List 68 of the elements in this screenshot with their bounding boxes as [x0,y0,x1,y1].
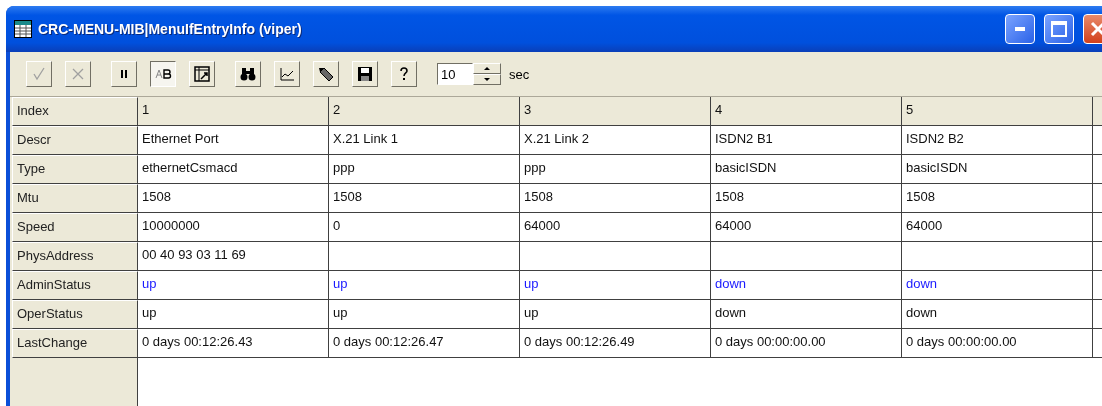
table-cell: 1508 [902,184,1093,213]
minimize-button[interactable] [1005,14,1035,44]
table-cell: 1508 [329,184,520,213]
table-cell: 0 [329,213,520,242]
table-cell: down [711,300,902,329]
column-header: 5 [902,97,1093,126]
row-header: Descr [12,126,138,155]
table-cell: 64000 [902,213,1093,242]
table-cell: 0 days 00:12:26.43 [138,329,329,358]
row-header: Speed [12,213,138,242]
row-header: AdminStatus [12,271,138,300]
table-cell[interactable]: up [138,271,329,300]
column-header: 1 [138,97,329,126]
table-cell: ethernetCsmacd [138,155,329,184]
table-icon [14,20,32,38]
table-cell: 1508 [520,184,711,213]
row-header: LastChange [12,329,138,358]
table-cell: basicISDN [711,155,902,184]
line-chart-icon [278,65,296,83]
interval-field[interactable]: 10 [437,63,473,85]
table-cell: X.21 Link 1 [329,126,520,155]
table-cell: 0 days 00:00:00.00 [902,329,1093,358]
table-cell: X.21 Link 2 [520,126,711,155]
maximize-icon [1051,21,1067,37]
table-cell: down [902,300,1093,329]
resize-window-icon [193,65,211,83]
table-cell: 1508 [138,184,329,213]
pencil-icon [317,65,335,83]
column-header: 3 [520,97,711,126]
table-cell[interactable]: down [902,271,1093,300]
interval-unit: sec [509,66,530,82]
table-cell: 64000 [711,213,902,242]
close-icon [1090,21,1102,37]
table-cell: ppp [520,155,711,184]
table-cell: ISDN2 B1 [711,126,902,155]
table-cell: ISDN2 B2 [902,126,1093,155]
table-cell: up [138,300,329,329]
table-cell: basicISDN [902,155,1093,184]
table-cell: 0 days 00:00:00.00 [711,329,902,358]
table-cell: 0 days 00:12:26.47 [329,329,520,358]
table-cell[interactable]: up [329,271,520,300]
row-header: Index [12,97,138,126]
row-header: OperStatus [12,300,138,329]
row-header: Mtu [12,184,138,213]
binoculars-icon [239,65,257,83]
table-cell: Ethernet Port [138,126,329,155]
table-cell: 64000 [520,213,711,242]
table-cell: 0 days 00:12:26.49 [520,329,711,358]
row-header: Type [12,155,138,184]
window-title: CRC-MENU-MIB|MenuIfEntryInfo (viper) [38,21,303,37]
minimize-icon [1015,27,1025,31]
table-cell: 00 40 93 03 11 69 [138,242,329,271]
row-header: PhysAddress [12,242,138,271]
table-cell: 1508 [711,184,902,213]
toolbar-button[interactable] [150,61,176,87]
decrement-button[interactable] [473,74,501,85]
table-cell: ppp [329,155,520,184]
down-arrow-icon [484,78,490,81]
increment-button[interactable] [473,63,501,74]
maximize-button[interactable] [1044,14,1074,44]
table-cell[interactable]: up [520,271,711,300]
column-header: 4 [711,97,902,126]
table-cell: up [329,300,520,329]
table-cell: up [520,300,711,329]
column-header: 2 [329,97,520,126]
up-arrow-icon [484,67,490,70]
table-cell[interactable]: down [711,271,902,300]
table-cell: 10000000 [138,213,329,242]
